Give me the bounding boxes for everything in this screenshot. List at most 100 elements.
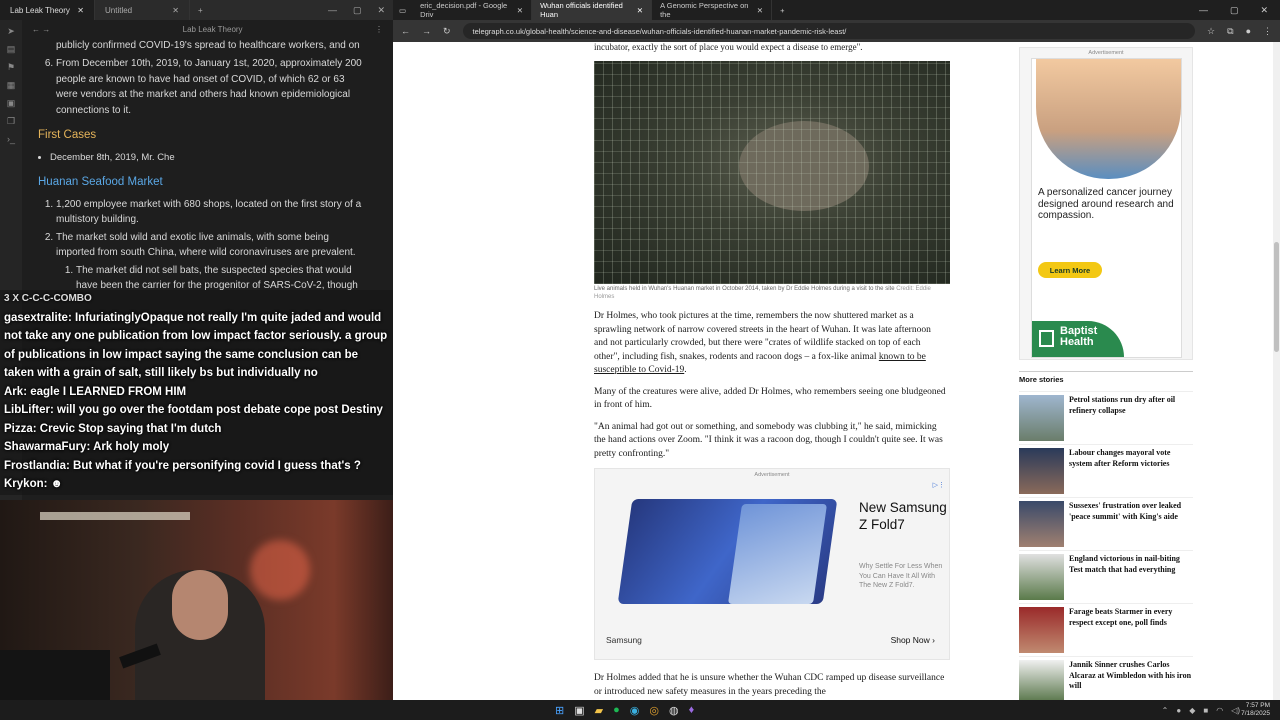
story-item[interactable]: Farage beats Starmer in every respect ex… (1019, 603, 1193, 656)
minimize-icon[interactable]: — (328, 5, 337, 16)
grid-icon[interactable]: ▦ (7, 80, 16, 91)
maximize-icon[interactable]: ▢ (1230, 5, 1239, 16)
new-tab-icon[interactable]: + (190, 6, 211, 15)
browser-tab[interactable]: A Genomic Perspective on the ✕ (652, 0, 773, 20)
article-body: Dr Holmes, who took pictures at the time… (594, 310, 946, 469)
story-item[interactable]: Petrol stations run dry after oil refine… (1019, 391, 1193, 444)
file-icon[interactable]: ▤ (7, 44, 16, 55)
menu-icon[interactable]: ⋮ (1263, 26, 1272, 37)
chat-message: Frostlandia: But what if you're personif… (4, 459, 361, 472)
chevron-up-icon[interactable]: ⌃ (1162, 706, 1169, 715)
story-item[interactable]: Sussexes' frustration over leaked 'peace… (1019, 497, 1193, 550)
tab-list-icon[interactable]: ▭ (393, 6, 412, 15)
close-icon[interactable]: ✕ (517, 6, 523, 15)
star-icon[interactable]: ☆ (1207, 26, 1215, 37)
extensions-icon[interactable]: ⧉ (1227, 26, 1233, 37)
story-thumbnail (1019, 607, 1064, 653)
file-explorer-icon[interactable]: ▰ (595, 704, 603, 717)
more-stories-heading: More stories (1019, 371, 1193, 384)
address-bar-row: ← → ↻ telegraph.co.uk/global-health/scie… (393, 20, 1280, 42)
more-icon[interactable]: ⋮ (375, 25, 383, 34)
bookmark-icon[interactable]: ⚑ (7, 62, 15, 73)
close-icon[interactable]: ✕ (757, 6, 763, 15)
paragraph: Many of the creatures were alive, added … (594, 386, 946, 411)
notes-tab-label: Lab Leak Theory (10, 5, 70, 15)
send-icon[interactable]: ➤ (7, 26, 15, 37)
baptist-health-ad[interactable]: Advertisement A personalized cancer jour… (1019, 47, 1193, 360)
ad-subtitle: Why Settle For Less When You Can Have It… (859, 563, 943, 589)
maximize-icon[interactable]: ▢ (353, 5, 362, 16)
more-stories: More stories Petrol stations run dry aft… (1019, 371, 1193, 700)
obs-icon[interactable]: ◍ (669, 704, 679, 717)
heading-huanan-market: Huanan Seafood Market (38, 176, 163, 188)
caption-text: Live animals held in Wuhan's Huanan mark… (594, 286, 895, 292)
learn-more-button[interactable]: Learn More (1038, 262, 1102, 278)
tray-app-icon[interactable]: ■ (1203, 706, 1208, 715)
volume-icon[interactable]: ◁) (1231, 706, 1240, 715)
paragraph: "An animal had got out or something, and… (594, 421, 943, 459)
scrollbar[interactable] (1273, 42, 1280, 700)
notes-tab[interactable]: Untitled ✕ (95, 0, 190, 20)
network-icon[interactable]: ◠ (1216, 706, 1223, 715)
browser-tab[interactable]: Wuhan officials identified Huan ✕ (532, 0, 653, 20)
article-page[interactable]: incubator, exactly the sort of place you… (393, 42, 1280, 700)
ad-photo (1036, 59, 1181, 179)
notes-body[interactable]: publicly confirmed COVID-19's spread to … (38, 38, 368, 296)
chat-user: ShawarmaFury (4, 441, 87, 453)
minimize-icon[interactable]: — (1199, 5, 1208, 16)
task-view-icon[interactable]: ▣ (574, 704, 584, 717)
doc-title: Lab Leak Theory (182, 24, 243, 34)
app-icon[interactable]: ♦ (689, 704, 695, 717)
shop-now-label: Shop Now (890, 635, 930, 645)
logo-mark-icon (1039, 330, 1054, 347)
close-window-icon[interactable]: ✕ (377, 5, 385, 16)
chat-message: LibLifter: will you go over the footdam … (4, 404, 383, 416)
forward-icon[interactable]: → (422, 26, 431, 36)
back-icon[interactable]: ← (401, 26, 410, 36)
edge-icon[interactable]: ◉ (630, 704, 640, 717)
story-title: Farage beats Starmer in every respect ex… (1069, 607, 1173, 627)
chat-combo: 3 X C-C-C-COMBO (4, 293, 92, 304)
chat-message: ShawarmaFury: Ark holy moly (4, 441, 170, 453)
adchoices-icon[interactable]: ▷⋮ (933, 481, 945, 489)
reload-icon[interactable]: ↻ (443, 26, 451, 37)
chat-text: will you go over the footdam post debate… (57, 404, 383, 416)
heading-first-cases: First Cases (38, 129, 97, 141)
new-tab-icon[interactable]: + (772, 6, 792, 15)
system-tray: ⌃ ● ◆ ■ ◠ ◁) (1162, 706, 1240, 715)
chrome-icon[interactable]: ◎ (649, 704, 659, 717)
story-item[interactable]: Jannik Sinner crushes Carlos Alcaraz at … (1019, 656, 1193, 700)
notes-tab[interactable]: Lab Leak Theory ✕ (0, 0, 95, 20)
chat-text: eagle I LEARNED FROM HIM (30, 385, 187, 398)
spotify-icon[interactable]: ● (613, 704, 620, 717)
chat-message: Krykon: ☻ (4, 478, 63, 490)
clock-date: 7/18/2025 (1241, 710, 1270, 717)
scrollbar-thumb[interactable] (1274, 242, 1279, 352)
samsung-ad[interactable]: Advertisement ▷⋮ New Samsung Z Fold7 Why… (594, 468, 950, 660)
story-thumbnail (1019, 448, 1064, 494)
taskbar-clock[interactable]: 7:57 PM 7/18/2025 (1241, 702, 1270, 718)
tray-app-icon[interactable]: ● (1176, 706, 1181, 715)
browser-tab-bar: ▭ eric_decision.pdf - Google Driv ✕ Wuhan… (393, 0, 1280, 20)
start-icon[interactable]: ⊞ (555, 704, 564, 717)
tray-app-icon[interactable]: ◆ (1189, 706, 1195, 715)
calendar-icon[interactable]: ▣ (7, 98, 16, 109)
lamp-glow (250, 540, 310, 600)
story-thumbnail (1019, 501, 1064, 547)
close-window-icon[interactable]: ✕ (1260, 5, 1268, 16)
url-field[interactable]: telegraph.co.uk/global-health/science-an… (462, 23, 1196, 39)
copy-icon[interactable]: ❐ (7, 116, 15, 127)
story-item[interactable]: England victorious in nail-biting Test m… (1019, 550, 1193, 603)
browser-tab[interactable]: eric_decision.pdf - Google Driv ✕ (412, 0, 533, 20)
close-icon[interactable]: ✕ (172, 6, 179, 15)
terminal-icon[interactable]: ›_ (7, 134, 15, 144)
chat-user: Frostlandia (4, 459, 66, 472)
profile-icon[interactable]: ● (1246, 26, 1251, 36)
story-thumbnail (1019, 395, 1064, 441)
story-item[interactable]: Labour changes mayoral vote system after… (1019, 444, 1193, 497)
back-icon[interactable]: ← → (32, 25, 50, 34)
close-icon[interactable]: ✕ (637, 6, 643, 15)
close-icon[interactable]: ✕ (77, 6, 84, 15)
story-title: Petrol stations run dry after oil refine… (1069, 395, 1176, 415)
shop-now-button[interactable]: Shop Now › (891, 635, 935, 645)
